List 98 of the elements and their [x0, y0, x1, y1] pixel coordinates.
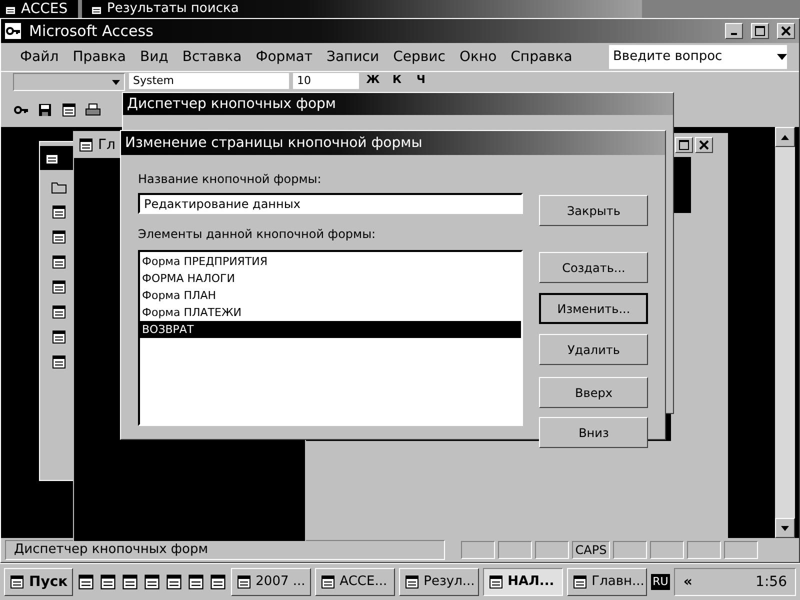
status-pane	[724, 541, 758, 559]
name-field[interactable]: Редактирование данных	[138, 193, 524, 214]
dialog-button[interactable]: Изменить...	[539, 293, 648, 324]
document-icon	[4, 2, 17, 16]
object-type-icon	[51, 329, 67, 345]
menu-item[interactable]: Формат	[248, 46, 320, 68]
list-item[interactable]: Форма ПЛАН	[140, 287, 522, 304]
scroll-up-button[interactable]	[775, 127, 795, 147]
maximize-button[interactable]	[675, 137, 693, 153]
minimize-button[interactable]	[725, 23, 743, 39]
menu-item[interactable]: Вид	[132, 46, 176, 68]
window-title: Гл	[98, 136, 116, 154]
format-button[interactable]: Ж	[363, 73, 383, 87]
document-icon	[90, 2, 103, 16]
dropdown-arrow-icon[interactable]	[777, 54, 787, 60]
taskbar-button[interactable]: 2007 ...	[230, 568, 311, 596]
window-icon	[236, 574, 252, 590]
list-item[interactable]: ВОЗВРАТ	[140, 321, 522, 338]
status-pane	[613, 541, 647, 559]
maximize-button[interactable]	[751, 23, 769, 39]
save-icon	[37, 102, 53, 118]
taskbar-button[interactable]: Главн...	[566, 568, 647, 596]
menu-item[interactable]: Записи	[320, 46, 386, 68]
object-type-icon	[51, 204, 67, 220]
quick-launch-icon	[120, 573, 139, 591]
object-type-icon	[51, 354, 67, 370]
start-button[interactable]: Пуск	[4, 568, 73, 596]
quick-launch-icon	[142, 573, 161, 591]
window-icon	[488, 574, 504, 590]
maximize-icon	[755, 26, 765, 36]
down-arrow-icon	[781, 526, 789, 530]
dialog-button[interactable]: Вверх	[539, 377, 648, 408]
print-icon	[85, 102, 101, 118]
background-window-title[interactable]: ACCES	[0, 0, 78, 18]
status-pane	[498, 541, 532, 559]
menu-item[interactable]: Справка	[504, 46, 580, 68]
close-button[interactable]	[777, 23, 795, 39]
dialog-button[interactable]: Закрыть	[539, 195, 648, 226]
quick-launch-icon	[164, 573, 183, 591]
window-icon	[320, 574, 336, 590]
dialog-button[interactable]: Вниз	[539, 417, 648, 448]
font-combo[interactable]: System	[129, 73, 289, 89]
close-icon	[781, 26, 791, 36]
menu-item[interactable]: Окно	[452, 46, 504, 68]
close-button[interactable]	[695, 137, 713, 153]
taskbar-button[interactable]: Резул...	[398, 568, 479, 596]
taskbar-button[interactable]: ACCE...	[314, 568, 395, 596]
quick-launch-icon	[98, 573, 117, 591]
close-icon	[699, 140, 709, 150]
expand-button[interactable]: «	[683, 572, 692, 592]
key-icon	[5, 23, 21, 39]
object-type-icon	[51, 254, 67, 270]
list-item[interactable]: Форма ПЛАТЕЖИ	[140, 304, 522, 321]
background-window-title[interactable]: Результаты поиска	[82, 0, 642, 18]
maximize-icon	[679, 140, 689, 150]
language-indicator[interactable]: RU	[650, 574, 670, 590]
format-button[interactable]: Ч	[411, 73, 431, 87]
taskbar-button[interactable]: НАЛ...	[482, 568, 563, 596]
table-icon	[44, 150, 60, 166]
preview-icon	[61, 102, 77, 118]
object-combo[interactable]	[13, 73, 125, 91]
status-pane	[650, 541, 684, 559]
dialog-title: Изменение страницы кнопочной формы	[125, 134, 422, 152]
list-item[interactable]: Форма ПРЕДПРИЯТИЯ	[140, 253, 522, 270]
menu-item[interactable]: Вставка	[175, 46, 249, 68]
dialog-title: Диспетчер кнопочных форм	[127, 94, 336, 114]
window-icon	[404, 574, 420, 590]
menu-item[interactable]: Сервис	[386, 46, 452, 68]
status-pane	[535, 541, 569, 559]
clock: 1:56	[756, 572, 787, 592]
window-title: Microsoft Access	[29, 20, 154, 42]
scroll-down-button[interactable]	[775, 518, 795, 538]
form-icon	[78, 137, 94, 153]
help-box[interactable]: Введите вопрос	[609, 45, 787, 69]
field-label: Элементы данной кнопочной формы:	[138, 226, 377, 242]
font-size-combo[interactable]: 10	[293, 73, 359, 89]
object-type-icon	[51, 229, 67, 245]
menu-item[interactable]: Файл	[13, 46, 66, 68]
caps-indicator: CAPS	[572, 541, 610, 559]
menu-item[interactable]: Правка	[66, 46, 133, 68]
dropdown-arrow-icon[interactable]	[112, 80, 120, 84]
window-icon	[572, 574, 588, 590]
quick-launch-icon	[208, 573, 227, 591]
status-text: Диспетчер кнопочных форм	[5, 540, 445, 560]
dialog-button[interactable]: Создать...	[539, 252, 648, 283]
minimize-icon	[731, 33, 737, 35]
quick-launch-icon	[186, 573, 205, 591]
list-item[interactable]: ФОРМА НАЛОГИ	[140, 270, 522, 287]
object-type-icon	[51, 304, 67, 320]
status-pane	[461, 541, 495, 559]
status-pane	[687, 541, 721, 559]
up-arrow-icon	[781, 134, 789, 140]
object-type-icon	[51, 279, 67, 295]
field-label: Название кнопочной формы:	[138, 171, 322, 187]
quick-launch-icon	[76, 573, 95, 591]
dialog-button[interactable]: Удалить	[539, 334, 648, 365]
scroll-bar[interactable]	[775, 127, 795, 538]
format-button[interactable]: К	[387, 73, 407, 87]
